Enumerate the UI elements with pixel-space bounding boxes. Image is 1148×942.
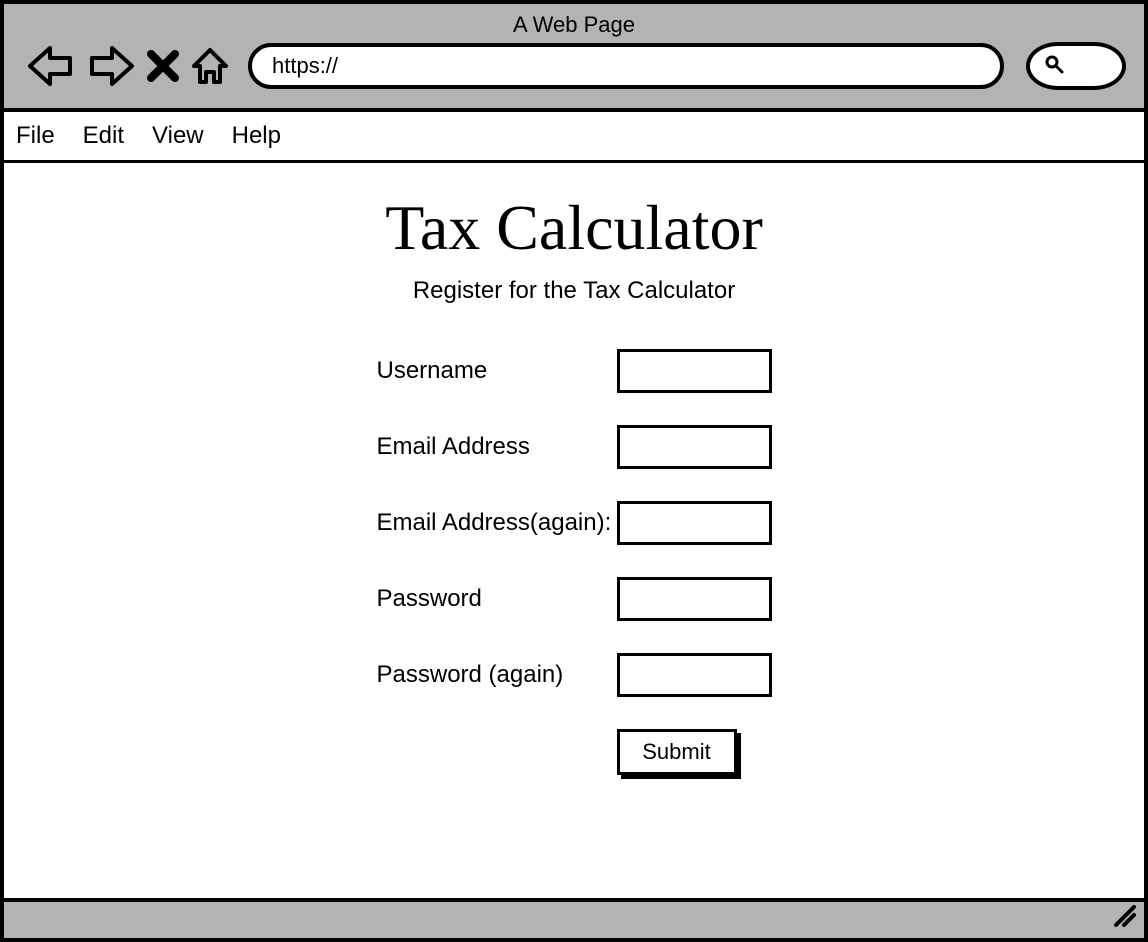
search-icon <box>1044 54 1064 79</box>
resize-grip-icon[interactable] <box>1110 901 1138 934</box>
form-row-email-again: Email Address(again): <box>377 501 772 545</box>
form-row-password: Password <box>377 577 772 621</box>
browser-toolbar: https:// <box>14 42 1134 90</box>
menu-item-help[interactable]: Help <box>232 122 281 150</box>
submit-wrap: Submit <box>617 729 737 779</box>
back-arrow-icon[interactable] <box>26 44 76 88</box>
page-subtitle: Register for the Tax Calculator <box>4 277 1144 305</box>
submit-button[interactable]: Submit <box>617 729 737 775</box>
label-password: Password <box>377 585 617 613</box>
url-bar[interactable]: https:// <box>248 43 1004 89</box>
input-email-again[interactable] <box>617 501 772 545</box>
label-password-again: Password (again) <box>377 661 617 689</box>
menu-item-view[interactable]: View <box>152 122 204 150</box>
browser-title: A Web Page <box>14 12 1134 38</box>
label-username: Username <box>377 357 617 385</box>
submit-label: Submit <box>642 739 710 765</box>
home-icon[interactable] <box>190 46 230 86</box>
search-button[interactable] <box>1026 42 1126 90</box>
nav-icons <box>14 44 230 88</box>
form-row-email: Email Address <box>377 425 772 469</box>
input-password-again[interactable] <box>617 653 772 697</box>
menu-bar: File Edit View Help <box>4 112 1144 163</box>
input-username[interactable] <box>617 349 772 393</box>
form-row-password-again: Password (again) <box>377 653 772 697</box>
page-title: Tax Calculator <box>4 191 1144 265</box>
browser-window: A Web Page <box>0 0 1148 942</box>
register-form: Username Email Address Email Address(aga… <box>377 349 772 779</box>
url-text: https:// <box>272 53 338 79</box>
input-password[interactable] <box>617 577 772 621</box>
stop-icon[interactable] <box>146 49 180 83</box>
form-row-username: Username <box>377 349 772 393</box>
menu-item-file[interactable]: File <box>16 122 55 150</box>
forward-arrow-icon[interactable] <box>86 44 136 88</box>
browser-chrome-bottom <box>4 898 1144 938</box>
browser-chrome-top: A Web Page <box>4 4 1144 112</box>
input-email[interactable] <box>617 425 772 469</box>
label-email: Email Address <box>377 433 617 461</box>
page-content: Tax Calculator Register for the Tax Calc… <box>4 163 1144 779</box>
menu-item-edit[interactable]: Edit <box>83 122 124 150</box>
label-email-again: Email Address(again): <box>377 509 617 537</box>
